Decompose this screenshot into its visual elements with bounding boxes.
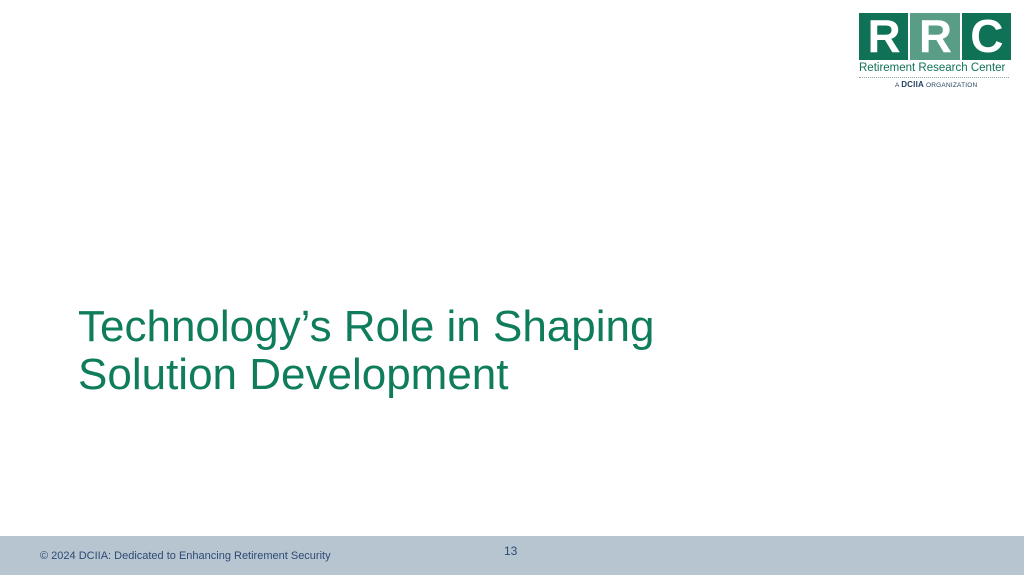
logo-letter-r-second: R <box>910 13 960 60</box>
rrc-logo-letters: R R C <box>859 13 1011 60</box>
logo-divider <box>859 77 1009 78</box>
logo-organization-name: Retirement Research Center <box>859 62 1006 74</box>
slide-title-line-2: Solution Development <box>78 350 509 399</box>
rrc-logo: R R C Retirement Research Center A DCIIA… <box>859 13 1011 93</box>
logo-letter-c: C <box>961 13 1011 60</box>
logo-tagline-prefix: A <box>895 82 900 89</box>
logo-tagline-suffix: ORGANIZATION <box>926 82 978 89</box>
logo-letter-r-first: R <box>859 13 909 60</box>
slide: R R C Retirement Research Center A DCIIA… <box>0 0 1024 575</box>
slide-title: Technology’s Role in Shaping Solution De… <box>78 303 778 399</box>
page-number: 13 <box>504 544 518 558</box>
rrc-logo-mark: R R C <box>859 13 1011 60</box>
logo-tagline: A DCIIA ORGANIZATION <box>895 80 977 91</box>
slide-footer: © 2024 DCIIA: Dedicated to Enhancing Ret… <box>0 536 1024 575</box>
logo-tagline-org: DCIIA <box>901 80 924 89</box>
slide-title-line-1: Technology’s Role in Shaping <box>78 302 655 351</box>
footer-copyright: © 2024 DCIIA: Dedicated to Enhancing Ret… <box>40 550 331 562</box>
